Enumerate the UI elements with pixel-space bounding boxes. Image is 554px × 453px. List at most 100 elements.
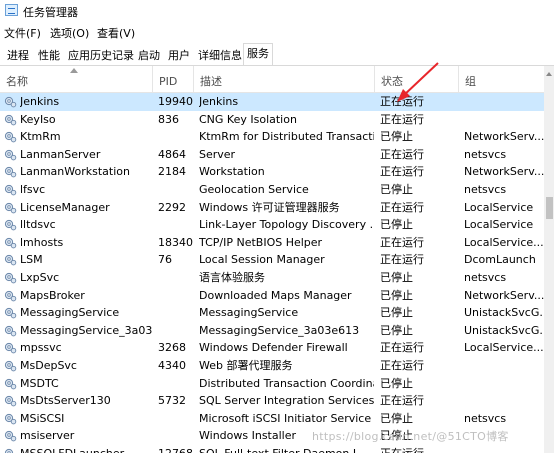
service-pid: 3268 [158,341,186,355]
service-status: 已停止 [380,376,413,390]
service-row[interactable]: MessagingService_3a03e... MessagingServic… [0,322,544,340]
vertical-scrollbar[interactable] [544,66,554,453]
window-title: 任务管理器 [23,6,78,19]
service-gear-icon [4,325,17,337]
service-group: LocalService... [464,235,544,249]
menu-options[interactable]: 选项(O) [50,25,89,41]
tab-users[interactable]: 用户 [164,45,194,64]
service-row[interactable]: MSiSCSI Microsoft iSCSI Initiator Service… [0,410,544,428]
service-group: netsvcs [464,411,507,425]
scrollbar-thumb[interactable] [546,197,553,219]
service-row[interactable]: lmhosts 18340 TCP/IP NetBIOS Helper 正在运行 Loc… [0,234,544,252]
service-row[interactable]: mpssvc 3268 Windows Defender Firewall 正在运行 L… [0,339,544,357]
service-description: CNG Key Isolation [199,112,297,126]
service-gear-icon [4,308,17,319]
service-row[interactable]: MapsBroker Downloaded Maps Manager 已停止 Netw… [0,287,544,305]
service-gear-icon [4,290,17,301]
menu-view[interactable]: 查看(V) [97,25,135,41]
service-row[interactable]: LicenseManager 2292 Windows 许可证管理器服务 正在运行 Lo… [0,199,544,217]
menu-bar: 文件(F) 选项(O) 查看(V) [0,22,554,42]
service-group: LocalService [464,200,534,214]
service-status: 正在运行 [380,394,424,408]
column-header-group[interactable]: 组 [459,66,544,92]
tab-processes[interactable]: 进程 [3,45,33,64]
service-pid: 76 [158,253,172,267]
service-gear-icon [4,431,17,442]
tab-performance[interactable]: 性能 [34,45,64,64]
service-row[interactable]: MSSQLFDLauncher 12768 SQL Full-text Filter… [0,445,544,453]
service-name: LanmanWorkstation [20,165,130,179]
service-name: mpssvc [20,341,62,355]
service-description: Web 部署代理服务 [199,358,293,372]
service-status: 已停止 [380,411,413,425]
service-gear-icon [4,378,17,389]
service-status: 正在运行 [380,235,424,249]
service-description: TCP/IP NetBIOS Helper [199,235,323,249]
service-row[interactable]: LanmanWorkstation 2184 Workstation 正在运行 Netw… [0,163,544,181]
tab-app-history[interactable]: 应用历史记录 [64,45,138,64]
service-pid: 5732 [158,394,186,408]
service-row[interactable]: LxpSvc 语言体验服务 已停止 netsvcs [0,269,544,287]
column-header-name[interactable]: 名称 [0,66,153,92]
service-name: KeyIso [20,112,56,126]
service-group: netsvcs [464,182,507,196]
service-status: 正在运行 [380,445,458,453]
services-list: 名称 PID 描述 状态 组 Jenkins 19940 Jenkins 正在运行 Ke… [0,66,544,453]
tab-strip: 进程 性能 应用历史记录 启动 用户 详细信息 服务 [0,42,554,66]
service-gear-icon [4,395,17,407]
service-row[interactable]: MsDepSvc 4340 Web 部署代理服务 正在运行 [0,357,544,375]
service-description: Microsoft iSCSI Initiator Service [199,411,372,425]
service-description: Downloaded Maps Manager [199,288,352,302]
service-gear-icon [4,413,17,425]
tab-services[interactable]: 服务 [243,43,273,65]
service-name: msiserver [20,429,75,443]
tab-startup[interactable]: 启动 [134,45,164,64]
service-name: lfsvc [20,182,46,196]
service-name: Jenkins [20,95,60,108]
tab-details[interactable]: 详细信息 [194,45,246,64]
service-pid: 4864 [158,147,186,161]
column-header-description[interactable]: 描述 [194,66,375,92]
service-status: 正在运行 [380,147,424,161]
service-status: 已停止 [380,270,413,284]
service-row[interactable]: MsDtsServer130 5732 SQL Server Integration… [0,392,544,410]
service-row[interactable]: LSM 76 Local Session Manager 正在运行 DcomLaunch [0,251,544,269]
service-name: MSDTC [20,376,59,390]
service-row[interactable]: KeyIso 836 CNG Key Isolation 正在运行 [0,111,544,129]
service-row[interactable]: LanmanServer 4864 Server 正在运行 netsvcs [0,146,544,164]
service-status: 正在运行 [380,341,424,355]
service-row[interactable]: MSDTC Distributed Transaction Coordina...… [0,375,544,393]
service-pid: 19940 [158,95,193,108]
service-pid: 836 [158,112,179,126]
service-description: KtmRm for Distributed Transacti... [199,130,374,144]
service-group: UnistackSvcG... [464,306,544,320]
service-row[interactable]: lltdsvc Link-Layer Topology Discovery ...… [0,216,544,234]
task-manager-icon [5,4,18,16]
service-group: NetworkServ... [464,288,544,302]
service-description: Distributed Transaction Coordina... [199,376,374,390]
service-name: LSM [20,253,43,267]
service-gear-icon [4,96,17,108]
menu-file[interactable]: 文件(F) [4,25,41,41]
service-gear-icon [4,448,14,453]
service-row[interactable]: KtmRm KtmRm for Distributed Transacti... 已… [0,128,544,146]
column-header-status[interactable]: 状态 [375,66,459,92]
service-row[interactable]: lfsvc Geolocation Service 已停止 netsvcs [0,181,544,199]
service-status: 已停止 [380,218,413,232]
title-bar: 任务管理器 [0,0,554,22]
service-pid: 12768 [158,445,194,453]
service-name: MessagingService_3a03e... [20,323,152,337]
service-name: MessagingService [20,306,120,320]
column-header-pid[interactable]: PID [153,66,194,92]
service-status: 正在运行 [380,253,424,267]
service-name: MsDepSvc [20,358,77,372]
service-status: 正在运行 [380,112,424,126]
watermark-text: https://blog.csdn.net/@51CTO博客 [312,430,509,443]
service-status: 已停止 [380,182,413,196]
service-row[interactable]: Jenkins 19940 Jenkins 正在运行 [0,93,544,111]
scroll-up-arrow-icon[interactable] [546,72,552,76]
service-row[interactable]: MessagingService MessagingService 已停止 Unist… [0,304,544,322]
service-gear-icon [4,255,17,266]
service-status: 已停止 [380,288,413,302]
service-gear-icon [4,343,17,354]
